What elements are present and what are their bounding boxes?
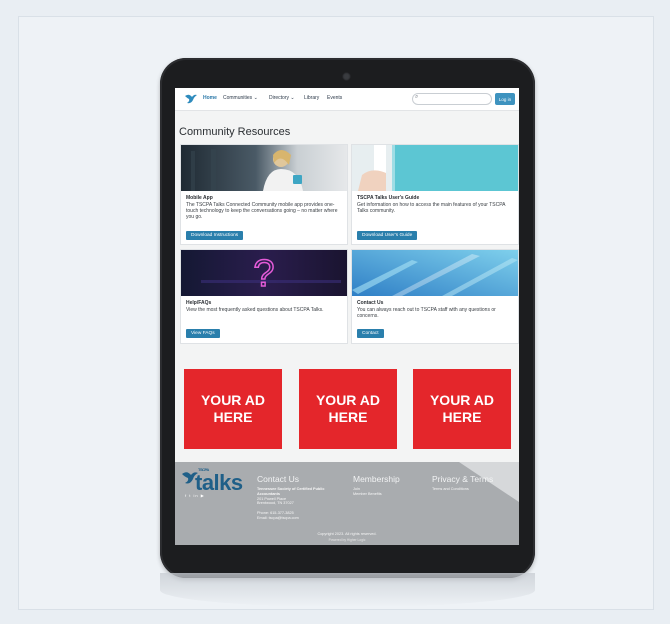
card-description: The TSCPA Talks Connected Community mobi… [186,202,338,221]
top-navigation: Home Communities ⌄ Directory ⌄ Library E… [175,88,519,111]
ad-text-line2: HERE [328,409,368,425]
page-title: Community Resources [179,126,291,138]
download-users-guide-button[interactable]: Download User's Guide [357,231,418,240]
tscpa-bird-logo-icon[interactable] [184,93,198,105]
tablet-reflection [160,573,535,607]
facebook-icon[interactable]: f [185,493,187,498]
footer-logo-prefix: TSCPA [198,467,209,472]
nav-communities-label: Communities [223,95,253,101]
card-description: Get information on how to access the mai… [357,202,506,215]
download-instructions-button[interactable]: Download Instructions [186,231,244,240]
social-icons[interactable]: f t in ▶ [185,493,205,498]
nav-home[interactable]: Home [203,95,217,101]
card-help-faqs: ? Help/FAQs View the most frequently ask… [180,249,348,344]
footer-org: Tennessee Society of Certified Public Ac… [257,487,325,496]
card-description: You can always reach out to TSCPA staff … [357,307,496,320]
view-faqs-button[interactable]: View FAQs [186,329,220,338]
question-mark-image: ? [181,250,347,296]
footer-contact-details: Tennessee Society of Certified Public Ac… [257,487,337,521]
footer-privacy-links: Terms and Conditions [432,487,469,492]
nav-events[interactable]: Events [327,95,342,101]
chevron-down-icon: ⌄ [290,95,295,101]
card-contact-us: Contact Us You can always reach out to T… [351,249,519,344]
card-title: Help/FAQs [186,300,212,306]
ad-banner[interactable]: YOUR AD HERE [413,369,511,449]
footer-phone: Phone: 615-377-3825 [257,510,294,515]
footer-address-2: Brentwood, TN 37027 [257,501,294,506]
contact-button[interactable]: Contact [357,329,384,338]
youtube-icon[interactable]: ▶ [201,493,205,498]
chevron-down-icon: ⌄ [253,95,258,101]
users-guide-photo [352,145,518,191]
ad-text-line1: YOUR AD [315,392,381,408]
footer-membership-links: Join Member Benefits [353,487,382,497]
ad-text-line2: HERE [442,409,482,425]
ad-text-line1: YOUR AD [429,392,495,408]
tablet-screen: Home Communities ⌄ Directory ⌄ Library E… [175,88,519,545]
footer-link-join[interactable]: Join [353,487,360,491]
ad-text-line1: YOUR AD [200,392,266,408]
ad-text-line2: HERE [213,409,253,425]
mobile-app-photo [181,145,347,191]
nav-directory-label: Directory [269,95,290,101]
footer-address-1: 201 Powell Place [257,496,287,501]
card-title: TSCPA Talks User's Guide [357,195,420,201]
footer-link-member-benefits[interactable]: Member Benefits [353,492,382,496]
footer-contact-heading: Contact Us [257,474,300,484]
login-button[interactable]: Log in [495,93,515,105]
camera-icon [342,72,351,81]
contact-abstract-image [352,250,518,296]
footer-logo-word: talks [195,470,243,495]
footer-privacy-heading: Privacy & Terms [432,474,494,484]
card-mobile-app: Mobile App The TSCPA Talks Connected Com… [180,144,348,245]
footer-powered-by[interactable]: Powered by Higher Logic [175,538,519,542]
footer-membership-heading: Membership [353,474,400,484]
search-input[interactable]: ⌕ [412,93,492,105]
ad-banner[interactable]: YOUR AD HERE [299,369,397,449]
footer-copyright: Copyright 2023. All rights reserved. [317,532,377,536]
nav-directory[interactable]: Directory ⌄ [269,95,295,101]
card-users-guide: TSCPA Talks User's Guide Get information… [351,144,519,245]
card-description: View the most frequently asked questions… [186,307,324,313]
nav-library[interactable]: Library [304,95,319,101]
site-footer: TSCPA talks f t in ▶ Contact Us Tennesse… [175,462,519,545]
footer-link-terms[interactable]: Terms and Conditions [432,487,469,491]
card-title: Mobile App [186,195,213,201]
search-icon: ⌕ [415,94,419,100]
ad-banner[interactable]: YOUR AD HERE [184,369,282,449]
svg-text:?: ? [253,253,274,295]
footer-email[interactable]: Email: tscpa@tscpa.com [257,516,299,520]
linkedin-icon[interactable]: in [194,493,199,498]
twitter-icon[interactable]: t [189,493,191,498]
card-title: Contact Us [357,300,384,306]
nav-communities[interactable]: Communities ⌄ [223,95,258,101]
